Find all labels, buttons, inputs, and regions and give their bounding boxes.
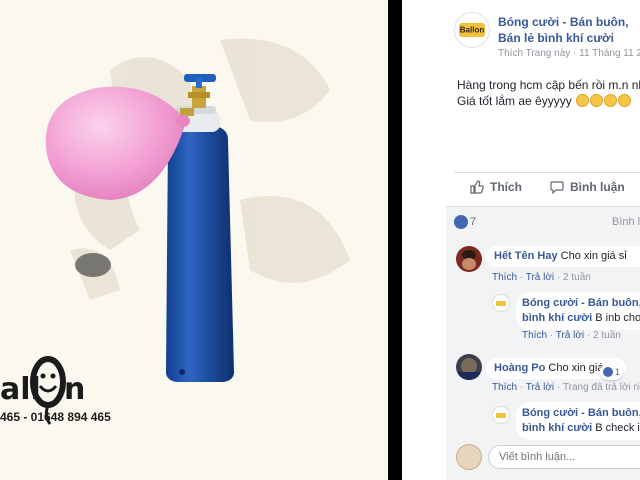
page-reply-avatar[interactable] (492, 406, 510, 424)
reply-time[interactable]: 2 tuần (593, 330, 621, 341)
page-reply-avatar[interactable] (492, 294, 510, 312)
reply-page-name-2[interactable]: bình khí cười (522, 312, 592, 324)
reply-actions: Thích · Trả lời · 2 tuần (522, 330, 621, 341)
commenter-avatar[interactable] (456, 246, 482, 272)
like-reaction-icon (454, 215, 468, 229)
comment-like-link[interactable]: Thích (492, 382, 517, 393)
like-page-link[interactable]: Thích Trang này (498, 48, 570, 59)
reply-text: B inb cho s (595, 312, 640, 324)
page-avatar[interactable]: Ballon (454, 12, 490, 48)
reply-bubble: Bóng cười - Bán buôn, bình khí cười B in… (516, 292, 640, 330)
comment-text: Cho xin giá sỉ (560, 250, 627, 262)
reply-like-link[interactable]: Thích (522, 330, 547, 341)
reply-page-name[interactable]: Bóng cười - Bán buôn, (522, 296, 640, 311)
comment-text: Cho xin giá (548, 362, 604, 374)
comment-bubble: Hết Tên Hay Cho xin giá sỉ (486, 246, 640, 267)
reply-page-name-2[interactable]: bình khí cười (522, 422, 592, 434)
comment-time[interactable]: Trang đã trả lời riê (563, 382, 640, 393)
smile-emoji-icon (590, 94, 604, 107)
post-photo[interactable]: all n 465 - 01648 894 465 (0, 0, 388, 480)
commenter-name[interactable]: Hoàng Po (494, 362, 545, 374)
post-text-line-1: Hàng trong hcm cập bến rồi m.n nhé (457, 78, 640, 92)
page-name-link[interactable]: Bóng cười - Bán buôn, Bán lẻ bình khí cư… (498, 14, 640, 46)
comment-reaction-badge[interactable]: 1 (600, 364, 624, 380)
viewer-gap (388, 0, 402, 480)
reactions-summary[interactable]: 7 Bình luận (446, 206, 640, 236)
phone-number: 465 - 01648 894 465 (0, 410, 111, 424)
post-panel: Ballon Bóng cười - Bán buôn, Bán lẻ bình… (402, 0, 640, 480)
write-comment-bar (456, 444, 640, 470)
commenter-avatar[interactable] (456, 354, 482, 380)
post-text-line-2: Giá tốt lắm ae êyyyyy (457, 94, 632, 108)
commenter-name[interactable]: Hết Tên Hay (494, 250, 558, 262)
facebook-photo-viewer: all n 465 - 01648 894 465 Ballon Bóng cư… (0, 0, 640, 480)
smile-emoji-icon (604, 94, 618, 107)
thumbs-up-icon (470, 180, 484, 194)
reply-reply-link[interactable]: Trả lời (556, 330, 584, 341)
comment-actions: Thích · Trả lời · Trang đã trả lời riê (492, 382, 640, 393)
comment-time[interactable]: 2 tuần (563, 272, 591, 283)
post-meta: Thích Trang này · 11 Tháng 11 20 (498, 48, 640, 59)
comments-section: Hết Tên Hay Cho xin giá sỉ Thích · Trả l… (446, 236, 640, 480)
reply-page-name[interactable]: Bóng cười - Bán buôn, (522, 406, 640, 421)
svg-text:n: n (64, 372, 85, 407)
comment-actions: Thích · Trả lời · 2 tuần (492, 272, 591, 283)
comment-reply-link[interactable]: Trả lời (526, 272, 554, 283)
smile-emoji-icon (576, 94, 590, 107)
like-reaction-icon (603, 367, 613, 377)
comment-icon (550, 181, 564, 194)
like-button[interactable]: Thích (470, 180, 522, 194)
comment-button[interactable]: Bình luận (550, 180, 625, 194)
comment-input[interactable] (488, 445, 640, 469)
actions-divider (454, 172, 640, 173)
svg-text:all: all (0, 372, 41, 407)
comment-reply-link[interactable]: Trả lời (526, 382, 554, 393)
reply-bubble: Bóng cười - Bán buôn, bình khí cười B ch… (516, 402, 640, 440)
post-date[interactable]: 11 Tháng 11 20 (579, 48, 640, 59)
current-user-avatar (456, 444, 482, 470)
reaction-count[interactable]: 7 (470, 216, 476, 228)
comment-like-link[interactable]: Thích (492, 272, 517, 283)
reply-text: B check in (595, 422, 640, 434)
smile-emoji-icon (618, 94, 632, 107)
comments-count-link[interactable]: Bình luận (612, 216, 640, 228)
